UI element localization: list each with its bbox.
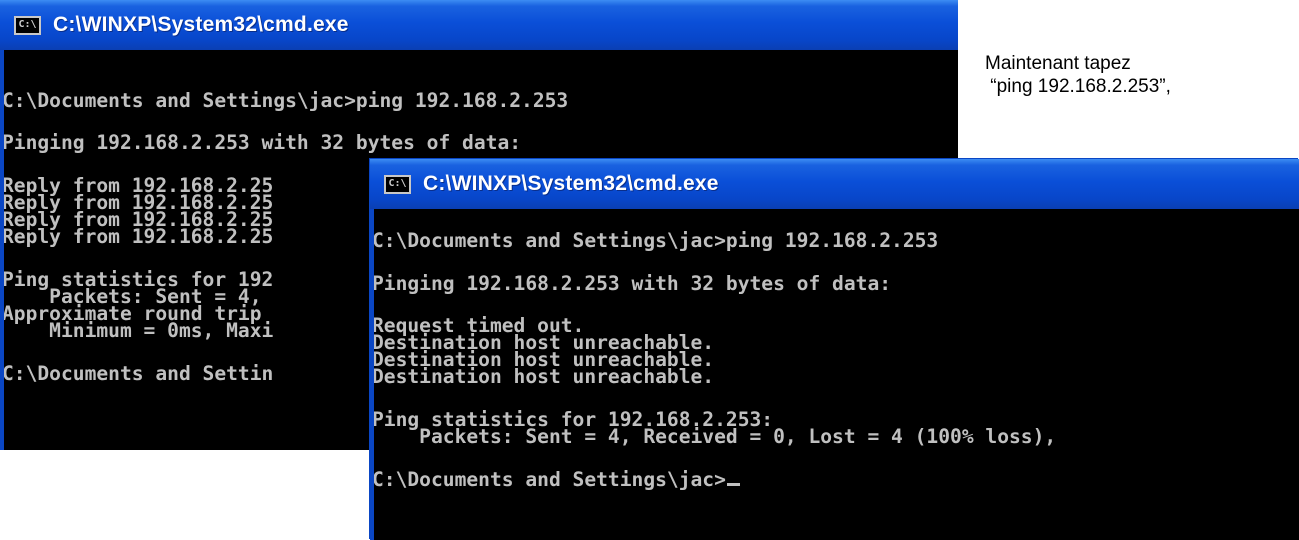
- title-bar[interactable]: C:\ C:\WINXP\System32\cmd.exe: [370, 159, 1299, 209]
- caption-line-2: “ping 192.168.2.253”,: [985, 76, 1171, 97]
- window-border: [370, 209, 374, 540]
- console-line: C:\Documents and Settings\jac>ping 192.1…: [372, 229, 939, 252]
- instruction-caption: Maintenant tapez “ping 192.168.2.253”,: [985, 52, 1171, 98]
- cmd-window-front[interactable]: C:\ C:\WINXP\System32\cmd.exe C:\Documen…: [370, 159, 1299, 540]
- console-line: C:\Documents and Settin: [2, 362, 274, 385]
- console-line: Pinging 192.168.2.253 with 32 bytes of d…: [372, 272, 892, 295]
- cmd-icon: C:\: [14, 15, 41, 35]
- console-line: Reply from 192.168.2.25: [2, 225, 274, 248]
- text-cursor: [726, 483, 740, 486]
- window-title: C:\WINXP\System32\cmd.exe: [423, 172, 719, 195]
- console-line: C:\Documents and Settings\jac>ping 192.1…: [2, 89, 569, 112]
- caption-line-1: Maintenant tapez: [985, 53, 1131, 74]
- prompt-text: C:\Documents and Settings\jac>: [372, 468, 726, 491]
- console-line: Minimum = 0ms, Maxi: [2, 319, 274, 342]
- console-line: Packets: Sent = 4, Received = 0, Lost = …: [372, 425, 1057, 448]
- title-bar[interactable]: C:\ C:\WINXP\System32\cmd.exe: [0, 0, 958, 50]
- console-output[interactable]: C:\Documents and Settings\jac>ping 192.1…: [370, 209, 1299, 540]
- console-line: Pinging 192.168.2.253 with 32 bytes of d…: [2, 131, 522, 154]
- cmd-icon: C:\: [384, 174, 411, 194]
- window-title: C:\WINXP\System32\cmd.exe: [53, 13, 349, 36]
- prompt-line[interactable]: C:\Documents and Settings\jac>: [372, 470, 740, 490]
- window-border: [0, 50, 4, 450]
- console-line: Destination host unreachable.: [372, 365, 715, 388]
